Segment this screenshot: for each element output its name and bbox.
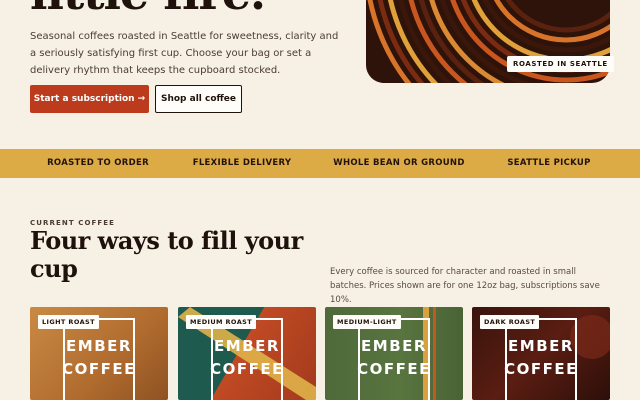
card-brand-line2: COFFEE (357, 360, 431, 378)
card-brand-line1: EMBER (361, 337, 427, 355)
card-brand-line1: EMBER (508, 337, 574, 355)
roast-tag: MEDIUM-LIGHT (333, 315, 401, 329)
roast-tag: LIGHT ROAST (38, 315, 99, 329)
feature-flexible-delivery: FLEXIBLE DELIVERY (192, 158, 292, 168)
card-brand-line2: COFFEE (504, 360, 578, 378)
coffee-bag-outline (358, 318, 430, 400)
section-note: Every coffee is sourced for character an… (330, 267, 600, 305)
coffee-card-medium-roast[interactable]: EMBER COFFEE MEDIUM ROAST (178, 307, 316, 400)
start-subscription-button[interactable]: Start a subscription → (30, 85, 149, 113)
hero-title: little fire. (30, 0, 266, 20)
coffee-card-light-roast[interactable]: EMBER COFFEE LIGHT ROAST (30, 307, 168, 400)
coffee-bag-outline (211, 318, 283, 400)
coffee-card-dark-roast[interactable]: EMBER COFFEE DARK ROAST (472, 307, 610, 400)
roast-tag: MEDIUM ROAST (186, 315, 257, 329)
section-title: Four ways to fill your cup (30, 226, 303, 283)
card-brand-line1: EMBER (66, 337, 132, 355)
feature-whole-bean-or-ground: WHOLE BEAN OR GROUND (333, 158, 465, 168)
shop-all-coffee-button[interactable]: Shop all coffee (155, 85, 242, 113)
hero-description: Seasonal coffees roasted in Seattle for … (30, 31, 339, 76)
feature-roasted-to-order: ROASTED TO ORDER (47, 158, 149, 168)
roasted-in-seattle-badge: ROASTED IN SEATTLE (507, 56, 614, 72)
feature-band: ROASTED TO ORDER FLEXIBLE DELIVERY WHOLE… (0, 149, 640, 178)
coffee-bag-outline (505, 318, 577, 400)
card-brand-line2: COFFEE (62, 360, 136, 378)
card-brand-line2: COFFEE (210, 360, 284, 378)
coffee-bag-outline (63, 318, 135, 400)
roast-tag: DARK ROAST (480, 315, 540, 329)
coffee-card-medium-light[interactable]: EMBER COFFEE MEDIUM-LIGHT (325, 307, 463, 400)
card-brand-line1: EMBER (214, 337, 280, 355)
feature-seattle-pickup: SEATTLE PICKUP (507, 158, 591, 168)
